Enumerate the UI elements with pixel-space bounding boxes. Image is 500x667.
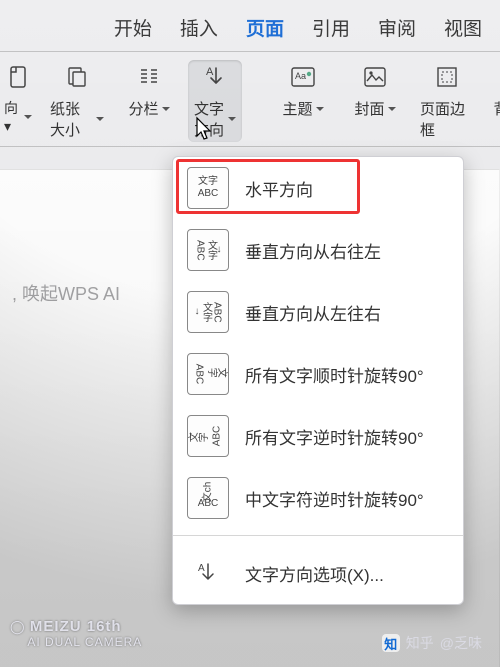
tab-insert[interactable]: 插入 (180, 14, 218, 41)
thumb-rotate-chinese-ccw: 文chABC (187, 477, 229, 519)
page-border-icon (435, 64, 459, 90)
text-direction-icon: A (203, 64, 227, 90)
thumb-horizontal: 文字ABC (187, 167, 229, 209)
page-border-button[interactable]: 页面边框 (420, 64, 474, 140)
zhihu-watermark: 知 知乎 @乏味 (382, 633, 482, 653)
menu-item-rotate-chinese-ccw[interactable]: 文chABC 中文字符逆时针旋转90° (173, 467, 463, 529)
thumb-rotate-ccw: ↑文字ABC (187, 415, 229, 457)
tab-review[interactable]: 审阅 (378, 14, 416, 41)
orientation-icon (8, 64, 28, 90)
wm-brand: MEIZU 16th (30, 618, 122, 635)
ribbon-buttons: 向 ▾ 纸张大小 分栏 A 文字方向 Aa 主题 封面 页面 (0, 52, 500, 146)
menu-options-label: 文字方向选项(X)... (245, 561, 384, 586)
cover-icon (362, 64, 388, 90)
columns-icon (137, 64, 161, 90)
orientation-label: 向 ▾ (4, 98, 32, 135)
paper-size-label: 纸张大小 (50, 98, 93, 140)
theme-icon: Aa (290, 64, 316, 90)
text-direction-menu: 文字ABC 水平方向 ABC文字↓ 垂直方向从右往左 ↓文字ABC 垂直方向从左… (172, 156, 464, 605)
menu-item-rotate-cw[interactable]: ABC文字↓ 所有文字顺时针旋转90° (173, 343, 463, 405)
menu-item-label: 垂直方向从左往右 (245, 300, 381, 325)
wm-zhihu: 知乎 (406, 633, 434, 653)
columns-label: 分栏 (128, 98, 158, 119)
page-border-label: 页面边框 (420, 98, 474, 140)
menu-item-label: 所有文字逆时针旋转90° (245, 424, 424, 449)
ai-hint-text: , 唤起WPS AI (12, 284, 120, 304)
svg-text:Aa: Aa (295, 71, 306, 81)
menu-item-label: 水平方向 (245, 176, 313, 201)
menu-item-rotate-ccw[interactable]: ↑文字ABC 所有文字逆时针旋转90° (173, 405, 463, 467)
ribbon-tabs: 开始 插入 页面 引用 审阅 视图 (0, 0, 500, 51)
text-direction-button[interactable]: A 文字方向 (188, 60, 242, 142)
menu-item-options[interactable]: A 文字方向选项(X)... (173, 542, 463, 604)
menu-item-vertical-ltr[interactable]: ↓文字ABC 垂直方向从左往右 (173, 281, 463, 343)
tab-reference[interactable]: 引用 (312, 14, 350, 41)
cover-label: 封面 (354, 98, 384, 119)
text-direction-small-icon: A (187, 552, 229, 594)
columns-button[interactable]: 分栏 (122, 64, 176, 119)
wm-author: @乏味 (440, 633, 482, 653)
menu-item-label: 中文字符逆时针旋转90° (245, 486, 424, 511)
thumb-vertical-ltr: ↓文字ABC (187, 291, 229, 333)
wm-cam: AI DUAL CAMERA (27, 635, 142, 649)
menu-item-vertical-rtl[interactable]: ABC文字↓ 垂直方向从右往左 (173, 219, 463, 281)
tab-view[interactable]: 视图 (444, 14, 482, 41)
menu-item-horizontal[interactable]: 文字ABC 水平方向 (173, 157, 463, 219)
tab-start[interactable]: 开始 (114, 14, 152, 41)
menu-item-label: 所有文字顺时针旋转90° (245, 362, 424, 387)
paper-size-icon (65, 64, 89, 90)
theme-button[interactable]: Aa 主题 (276, 64, 330, 119)
svg-text:A: A (206, 66, 214, 78)
theme-label: 主题 (282, 98, 312, 119)
background-button[interactable]: 背景 (492, 64, 500, 119)
thumb-rotate-cw: ABC文字↓ (187, 353, 229, 395)
tab-page[interactable]: 页面 (246, 14, 284, 41)
cover-button[interactable]: 封面 (348, 64, 402, 119)
paper-size-button[interactable]: 纸张大小 (50, 64, 104, 140)
background-label: 背景 (493, 98, 500, 119)
menu-item-label: 垂直方向从右往左 (245, 238, 381, 263)
orientation-split-right[interactable]: 向 ▾ (4, 64, 32, 135)
zhihu-icon: 知 (382, 634, 400, 652)
phone-watermark: ◯ MEIZU 16th AI DUAL CAMERA (10, 618, 142, 649)
text-direction-label: 文字方向 (194, 98, 225, 140)
thumb-vertical-rtl: ABC文字↓ (187, 229, 229, 271)
svg-text:A: A (198, 563, 205, 574)
